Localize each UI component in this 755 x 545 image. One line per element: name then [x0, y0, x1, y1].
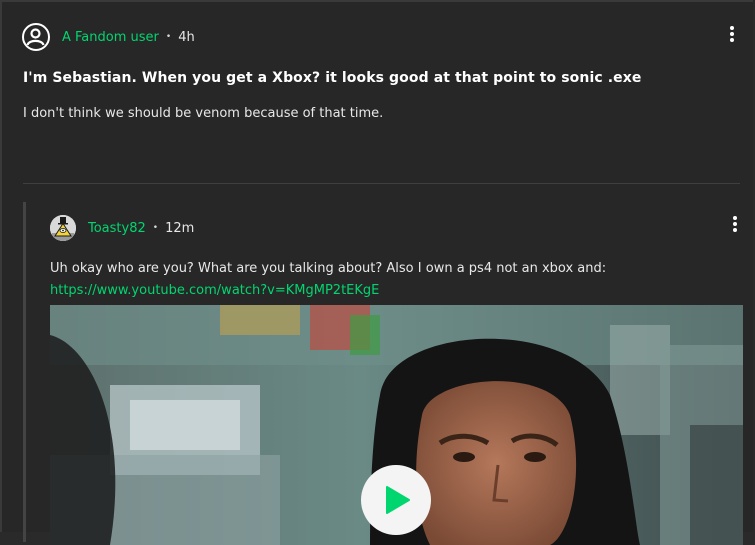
- divider: [23, 183, 740, 184]
- post-header: A Fandom user • 4h: [22, 22, 195, 52]
- bill-cipher-avatar[interactable]: [50, 215, 76, 241]
- post-author-link[interactable]: A Fandom user: [62, 30, 159, 45]
- user-circle-icon[interactable]: [22, 23, 50, 51]
- reply-text: Uh okay who are you? What are you talkin…: [50, 261, 607, 276]
- video-embed-thumbnail[interactable]: [50, 305, 743, 545]
- reply-author-link[interactable]: Toasty82: [88, 221, 146, 236]
- discussion-panel: A Fandom user • 4h I'm Sebastian. When y…: [0, 0, 753, 545]
- separator-dot: •: [152, 223, 159, 233]
- reply-more-options-icon[interactable]: [732, 216, 738, 236]
- post-more-options-icon[interactable]: [729, 26, 735, 46]
- play-button[interactable]: [361, 465, 431, 535]
- reply: Toasty82 • 12m Uh okay who are you? What…: [23, 202, 755, 545]
- post-body: I don't think we should be venom because…: [23, 106, 384, 121]
- reply-header: Toasty82 • 12m: [50, 214, 194, 242]
- play-icon: [386, 486, 410, 514]
- reply-timestamp: 12m: [165, 220, 195, 236]
- post-timestamp: 4h: [178, 29, 195, 45]
- post-title: I'm Sebastian. When you get a Xbox? it l…: [23, 70, 642, 86]
- separator-dot: •: [165, 32, 172, 42]
- youtube-link[interactable]: https://www.youtube.com/watch?v=KMgMP2tE…: [50, 283, 379, 298]
